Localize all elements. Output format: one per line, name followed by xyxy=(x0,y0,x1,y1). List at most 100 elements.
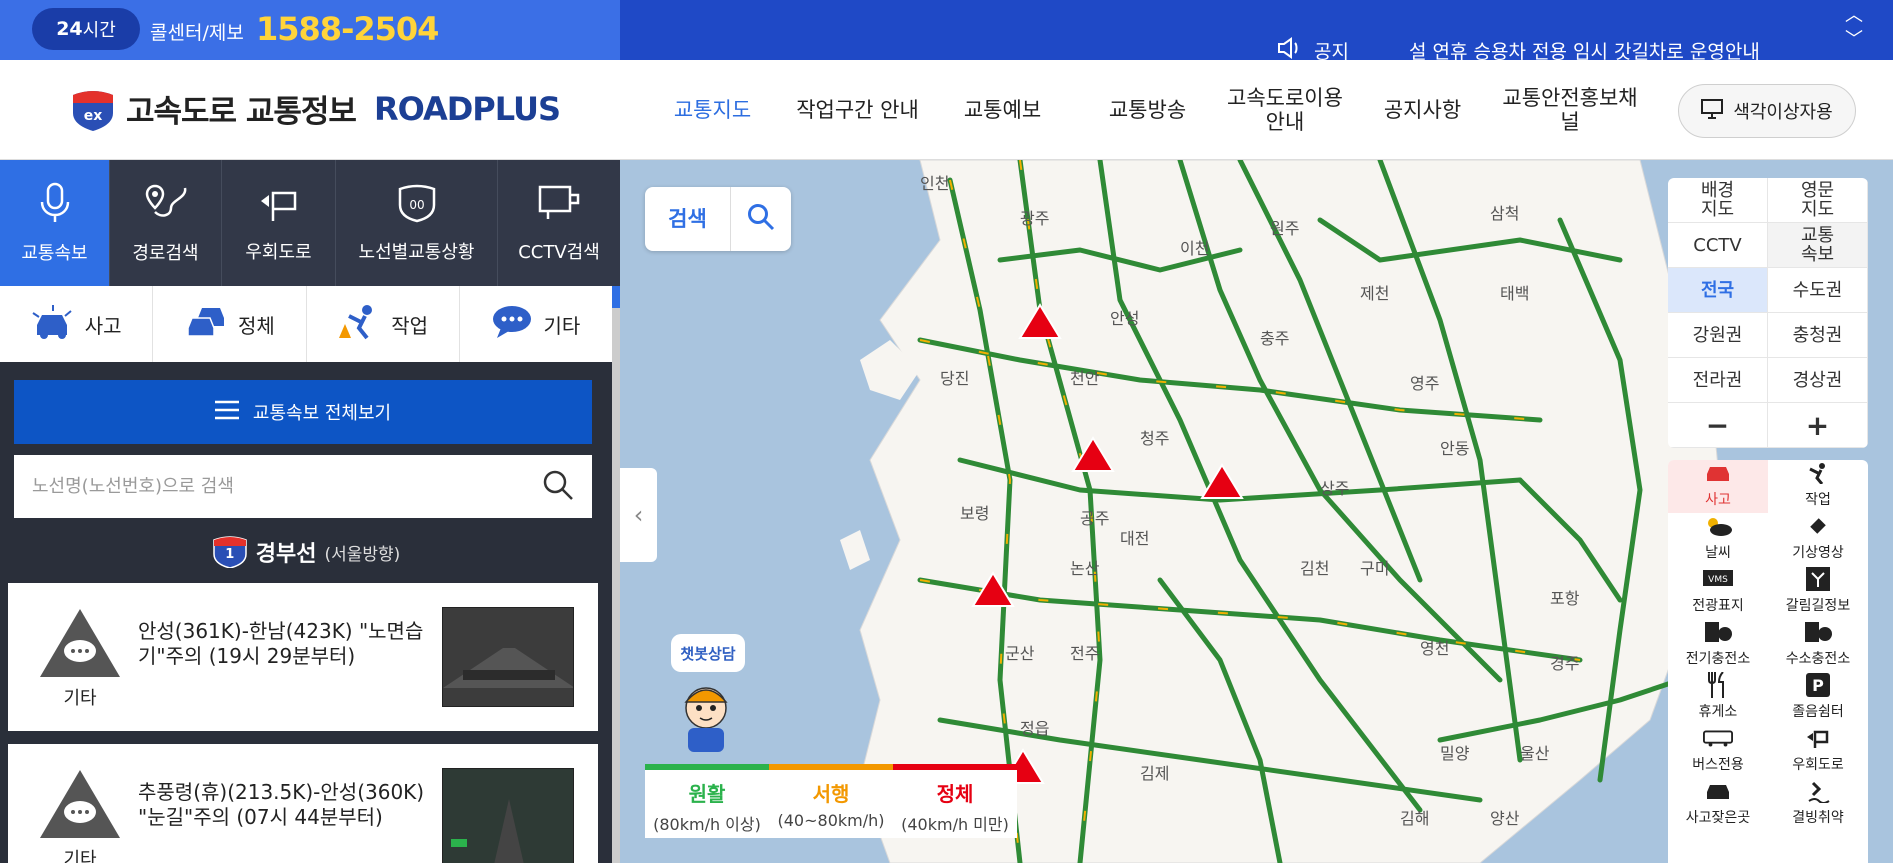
nav-traffic-forecast[interactable]: 교통예보 xyxy=(930,98,1075,122)
layer-drowsy-shelter[interactable]: P 졸음쉼터 xyxy=(1768,672,1868,725)
tab-traffic-news-label: 교통속보 xyxy=(21,242,88,264)
category-congestion-label: 정체 xyxy=(237,313,275,338)
region-gyeongsang-button[interactable]: 경상권 xyxy=(1768,358,1868,403)
map-search-label[interactable]: 검색 xyxy=(645,187,731,251)
tab-traffic-news[interactable]: 교통속보 xyxy=(0,160,110,286)
ex-logo-icon: ex xyxy=(70,87,116,131)
cctv-thumbnail[interactable] xyxy=(442,768,574,863)
hamburger-icon xyxy=(214,400,239,425)
traffic-map[interactable]: 인천 광주 원주 이천 삼척 제천 태백 안성 충주 당진 천안 영주 청주 안동 보령 공주 대전 상주 논산 김천… xyxy=(620,160,1893,863)
city-label: 전주 xyxy=(1070,644,1100,663)
main-nav: 교통지도 작업구간 안내 교통예보 교통방송 고속도로이용안내 공지사항 교통안… xyxy=(640,60,1645,160)
region-chungcheong-button[interactable]: 충청권 xyxy=(1768,313,1868,358)
legend-jam: 정체 (40km/h 미만) xyxy=(893,764,1017,838)
city-label: 영천 xyxy=(1420,639,1450,658)
layer-accident[interactable]: 사고 xyxy=(1668,460,1768,513)
ev-charger-icon xyxy=(1703,620,1733,644)
logo-title: 고속도로 교통정보 xyxy=(126,94,357,130)
layer-rest-area[interactable]: 휴게소 xyxy=(1668,672,1768,725)
city-label: 태백 xyxy=(1500,284,1530,303)
category-etc-label: 기타 xyxy=(543,313,581,338)
city-label: 대전 xyxy=(1120,529,1150,548)
category-accident[interactable]: 사고 xyxy=(0,286,154,362)
region-jeolla-button[interactable]: 전라권 xyxy=(1668,358,1768,403)
layer-work[interactable]: 작업 xyxy=(1768,460,1868,513)
city-label: 상주 xyxy=(1320,479,1350,498)
nav-notices[interactable]: 공지사항 xyxy=(1350,98,1495,122)
route-name: 경부선 xyxy=(255,542,317,567)
traffic-news-toggle-button[interactable]: 교통 속보 xyxy=(1768,223,1868,268)
nav-traffic-map[interactable]: 교통지도 xyxy=(640,98,785,122)
sidebar-scroll-thumb[interactable] xyxy=(612,286,620,308)
detour-icon xyxy=(1803,726,1833,750)
topbar-left: 24 시간 콜센터/제보 1588-2504 xyxy=(0,0,620,60)
region-capital-button[interactable]: 수도권 xyxy=(1768,268,1868,313)
congestion-cars-icon xyxy=(184,304,228,345)
background-map-button[interactable]: 배경 지도 xyxy=(1668,178,1768,223)
layer-icing[interactable]: 결빙취약 xyxy=(1768,778,1868,831)
city-label: 포항 xyxy=(1550,589,1580,608)
traffic-news-card[interactable]: 기타 안성(361K)-한남(423K) "노면습기"주의 (19시 29분부터… xyxy=(8,583,598,731)
layer-bus-lane[interactable]: 버스전용 xyxy=(1668,725,1768,778)
map-search-button[interactable] xyxy=(731,187,791,251)
city-label: 김천 xyxy=(1300,559,1330,578)
nav-usage-guide[interactable]: 고속도로이용안내 xyxy=(1220,86,1350,134)
speech-bubble-icon xyxy=(491,304,533,345)
layer-junction-label: 갈림길정보 xyxy=(1785,598,1851,614)
layer-drowsy-shelter-label: 졸음쉼터 xyxy=(1792,704,1844,720)
nav-safety-channel[interactable]: 교통안전홍보채널 xyxy=(1495,86,1645,134)
layer-weather-video[interactable]: 기상영상 xyxy=(1768,513,1868,566)
layer-accident-prone[interactable]: 사고잦은곳 xyxy=(1668,778,1768,831)
chatbot-mascot-icon[interactable] xyxy=(666,678,746,758)
colorblind-mode-button[interactable]: 색각이상자용 xyxy=(1678,84,1856,138)
accident-car-icon xyxy=(1703,461,1733,485)
layer-junction[interactable]: 갈림길정보 xyxy=(1768,566,1868,619)
cctv-icon xyxy=(536,183,582,228)
chevron-down-icon[interactable]: ﹀ xyxy=(1845,28,1863,52)
sidebar-scrollbar[interactable] xyxy=(612,286,620,863)
city-label: 보령 xyxy=(960,504,990,523)
view-all-news-button[interactable]: 교통속보 전체보기 xyxy=(14,380,592,444)
layer-detour[interactable]: 우회도로 xyxy=(1768,725,1868,778)
tab-detour[interactable]: 우회도로 xyxy=(222,160,336,286)
tab-cctv-search[interactable]: CCTV검색 xyxy=(498,160,620,286)
chevron-up-icon[interactable]: ︿ xyxy=(1845,4,1863,28)
tab-route-search[interactable]: 경로검색 xyxy=(110,160,222,286)
accident-prone-icon xyxy=(1703,779,1733,803)
region-gangwon-button[interactable]: 강원권 xyxy=(1668,313,1768,358)
tab-route-status[interactable]: 00 노선별교통상황 xyxy=(336,160,498,286)
nav-work-zone[interactable]: 작업구간 안내 xyxy=(785,98,930,122)
layer-panel: 사고 작업 날씨 기상영상 VMS 전광표지 갈림길정보 전기충전소 수소충전소 … xyxy=(1668,460,1868,863)
category-congestion[interactable]: 정체 xyxy=(153,286,307,362)
layer-weather[interactable]: 날씨 xyxy=(1668,513,1768,566)
collapse-sidebar-button[interactable]: ‹ xyxy=(620,468,657,562)
category-work[interactable]: 작업 xyxy=(307,286,460,362)
legend-slow-name: 서행 xyxy=(812,782,850,806)
english-map-button[interactable]: 영문 지도 xyxy=(1768,178,1868,223)
cctv-thumbnail[interactable] xyxy=(442,607,574,707)
logo-sub: ROADPLUS xyxy=(373,89,561,128)
city-label: 이천 xyxy=(1180,239,1210,258)
category-etc[interactable]: 기타 xyxy=(460,286,612,362)
layer-rest-area-label: 휴게소 xyxy=(1698,704,1738,720)
tab-detour-label: 우회도로 xyxy=(245,241,312,263)
city-label: 군산 xyxy=(1005,644,1035,663)
detour-icon xyxy=(257,183,301,228)
phone-number: 1588-2504 xyxy=(256,10,439,48)
logo[interactable]: ex 고속도로 교통정보 ROADPLUS xyxy=(70,86,561,131)
layer-bus-lane-label: 버스전용 xyxy=(1692,757,1744,773)
city-label: 청주 xyxy=(1140,429,1170,448)
traffic-news-card[interactable]: 기타 추풍령(휴)(213.5K)-안성(360K) "눈길"주의 (07시 4… xyxy=(8,744,598,863)
layer-ev-charger[interactable]: 전기충전소 xyxy=(1668,619,1768,672)
nav-traffic-broadcast[interactable]: 교통방송 xyxy=(1075,98,1220,122)
region-nationwide-button[interactable]: 전국 xyxy=(1668,268,1768,313)
route-search-input[interactable] xyxy=(32,476,542,497)
cctv-toggle-button[interactable]: CCTV xyxy=(1668,223,1768,268)
chatbot-label[interactable]: 챗봇상담 xyxy=(671,634,745,672)
zoom-out-button[interactable]: − xyxy=(1668,403,1768,448)
search-icon[interactable] xyxy=(542,469,574,505)
layer-hydrogen[interactable]: 수소충전소 xyxy=(1768,619,1868,672)
search-icon xyxy=(747,203,775,235)
zoom-in-button[interactable]: + xyxy=(1768,403,1868,448)
layer-vms[interactable]: VMS 전광표지 xyxy=(1668,566,1768,619)
